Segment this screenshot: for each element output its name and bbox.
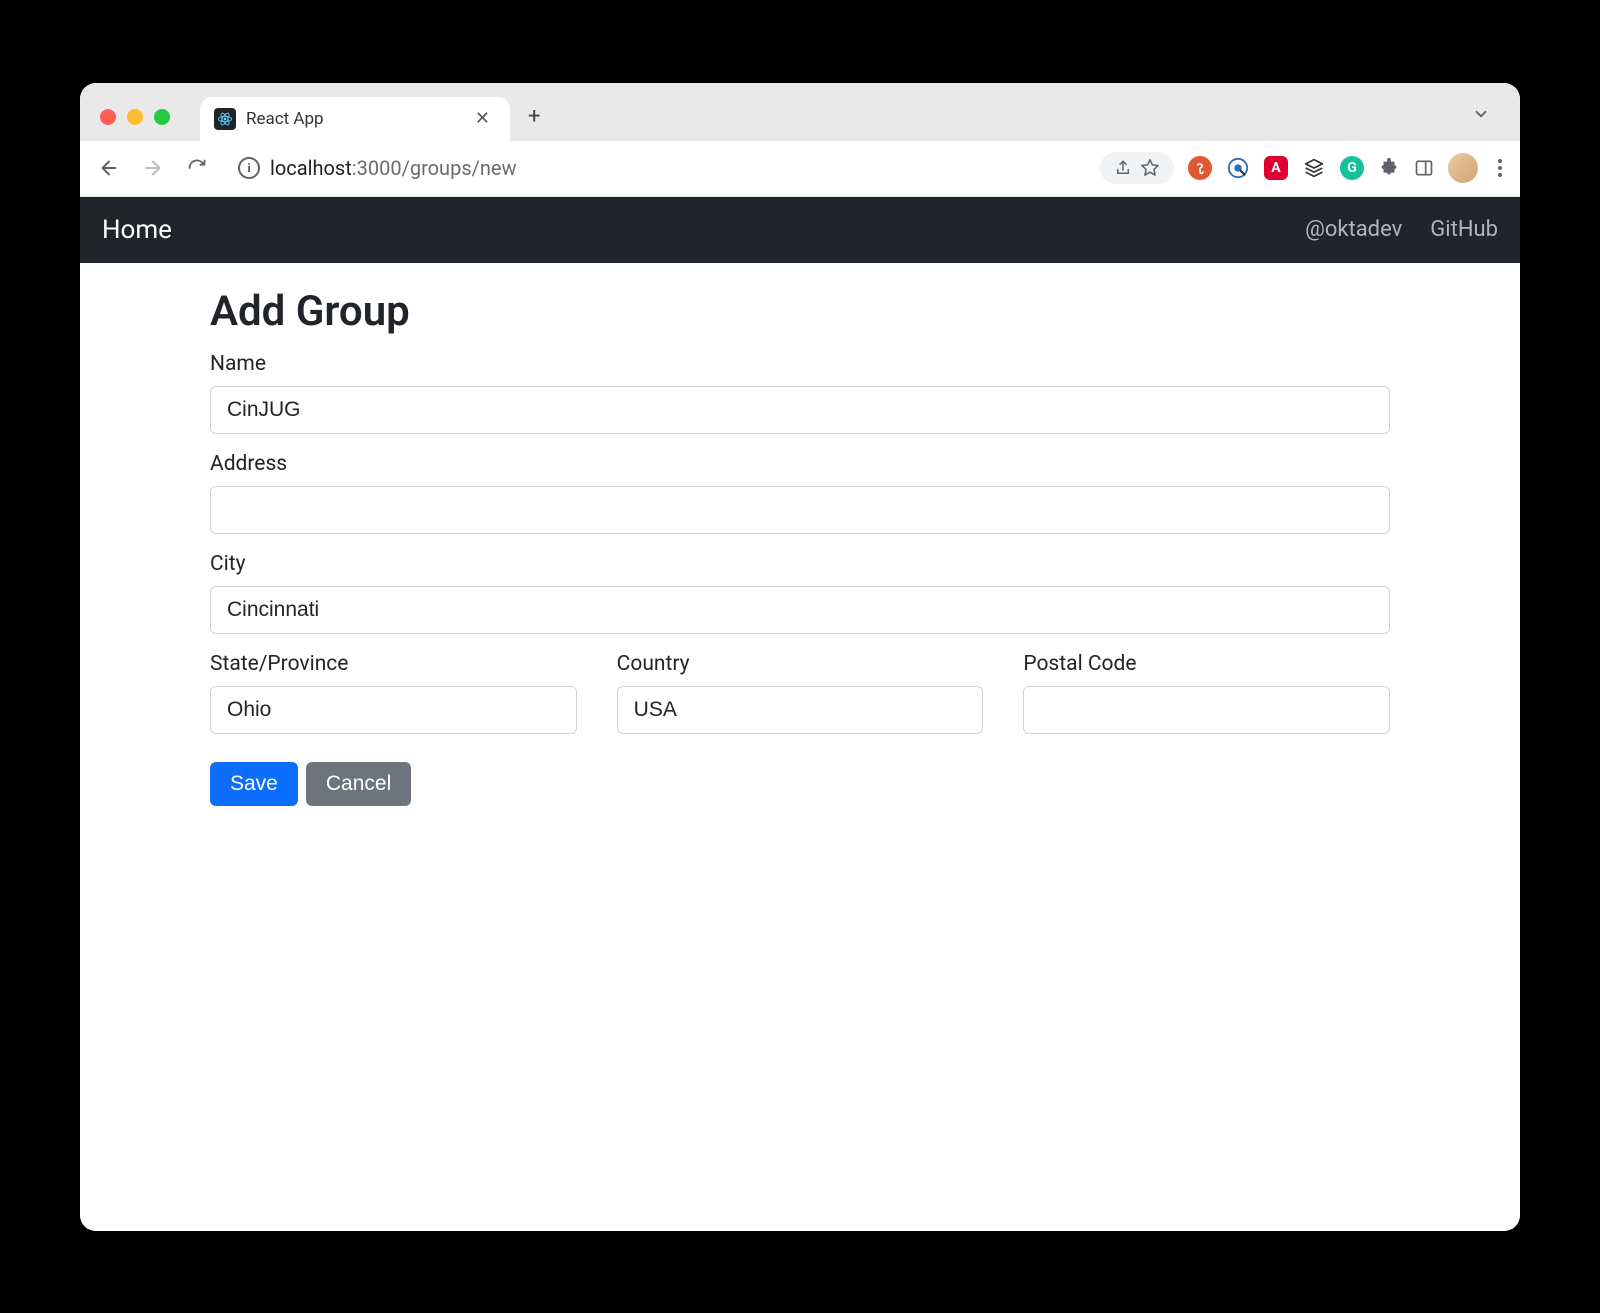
panel-icon — [1414, 158, 1434, 178]
url-path: :3000/groups/new — [352, 156, 517, 180]
city-label: City — [210, 552, 1390, 576]
state-input[interactable] — [210, 686, 577, 734]
page-viewport: Home @oktadev GitHub Add Group Name Addr… — [80, 197, 1520, 1231]
share-star-group — [1100, 152, 1174, 184]
cancel-button[interactable]: Cancel — [306, 762, 411, 806]
postal-input[interactable] — [1023, 686, 1390, 734]
star-icon — [1140, 158, 1160, 178]
reload-button[interactable] — [180, 151, 214, 185]
browser-tab[interactable]: React App ✕ — [200, 97, 510, 141]
nav-oktadev-link[interactable]: @oktadev — [1305, 217, 1402, 242]
form-row-location: State/Province Country Postal Code — [210, 652, 1390, 752]
share-icon — [1114, 159, 1132, 177]
angular-extension-icon[interactable]: A — [1264, 156, 1288, 180]
toolbar-right: A G — [1100, 152, 1508, 184]
tab-close-button[interactable]: ✕ — [469, 106, 496, 131]
nav-right: @oktadev GitHub — [1305, 217, 1498, 242]
buffer-extension-icon[interactable] — [1302, 156, 1326, 180]
browser-menu-button[interactable] — [1492, 153, 1508, 183]
name-input[interactable] — [210, 386, 1390, 434]
address-label: Address — [210, 452, 1390, 476]
window-close-button[interactable] — [100, 109, 116, 125]
nav-home-link[interactable]: Home — [102, 215, 172, 245]
form-group-country: Country — [617, 652, 984, 734]
url-text: localhost:3000/groups/new — [270, 156, 517, 180]
url-host: localhost — [270, 156, 352, 180]
grammarly-extension-icon[interactable]: G — [1340, 156, 1364, 180]
tabs-dropdown-button[interactable] — [1466, 99, 1496, 129]
forward-button[interactable] — [136, 151, 170, 185]
browser-toolbar: i localhost:3000/groups/new A — [80, 141, 1520, 197]
form-group-state: State/Province — [210, 652, 577, 734]
side-panel-button[interactable] — [1414, 158, 1434, 178]
site-info-icon[interactable]: i — [238, 157, 260, 179]
form-group-name: Name — [210, 352, 1390, 434]
name-label: Name — [210, 352, 1390, 376]
new-tab-button[interactable]: + — [510, 104, 558, 141]
window-fullscreen-button[interactable] — [154, 109, 170, 125]
button-row: Save Cancel — [210, 762, 1390, 806]
country-input[interactable] — [617, 686, 984, 734]
chevron-down-icon — [1472, 105, 1490, 123]
react-favicon-icon — [214, 108, 236, 130]
postal-label: Postal Code — [1023, 652, 1390, 676]
save-button[interactable]: Save — [210, 762, 298, 806]
puzzle-icon — [1378, 157, 1400, 179]
duckduckgo-extension-icon[interactable] — [1188, 156, 1212, 180]
browser-window: React App ✕ + i localhost:3000/groups/ne… — [80, 83, 1520, 1231]
arrow-right-icon — [142, 157, 164, 179]
address-input[interactable] — [210, 486, 1390, 534]
country-label: Country — [617, 652, 984, 676]
form-group-address: Address — [210, 452, 1390, 534]
state-label: State/Province — [210, 652, 577, 676]
form-group-postal: Postal Code — [1023, 652, 1390, 734]
form-group-city: City — [210, 552, 1390, 634]
share-button[interactable] — [1114, 159, 1132, 177]
tab-strip-right — [1466, 99, 1504, 141]
city-input[interactable] — [210, 586, 1390, 634]
app-navbar: Home @oktadev GitHub — [80, 197, 1520, 263]
browser-tab-strip: React App ✕ + — [80, 83, 1520, 141]
arrow-left-icon — [98, 157, 120, 179]
profile-avatar[interactable] — [1448, 153, 1478, 183]
password-extension-icon[interactable] — [1226, 156, 1250, 180]
address-bar[interactable]: i localhost:3000/groups/new — [224, 148, 1090, 188]
window-controls — [96, 109, 170, 141]
extensions-button[interactable] — [1378, 157, 1400, 179]
page-title: Add Group — [210, 287, 1390, 336]
reload-icon — [187, 158, 207, 178]
back-button[interactable] — [92, 151, 126, 185]
nav-github-link[interactable]: GitHub — [1430, 217, 1498, 242]
tab-title: React App — [246, 109, 459, 129]
bookmark-button[interactable] — [1140, 158, 1160, 178]
form-container: Add Group Name Address City State/Provin… — [80, 263, 1520, 830]
window-minimize-button[interactable] — [127, 109, 143, 125]
